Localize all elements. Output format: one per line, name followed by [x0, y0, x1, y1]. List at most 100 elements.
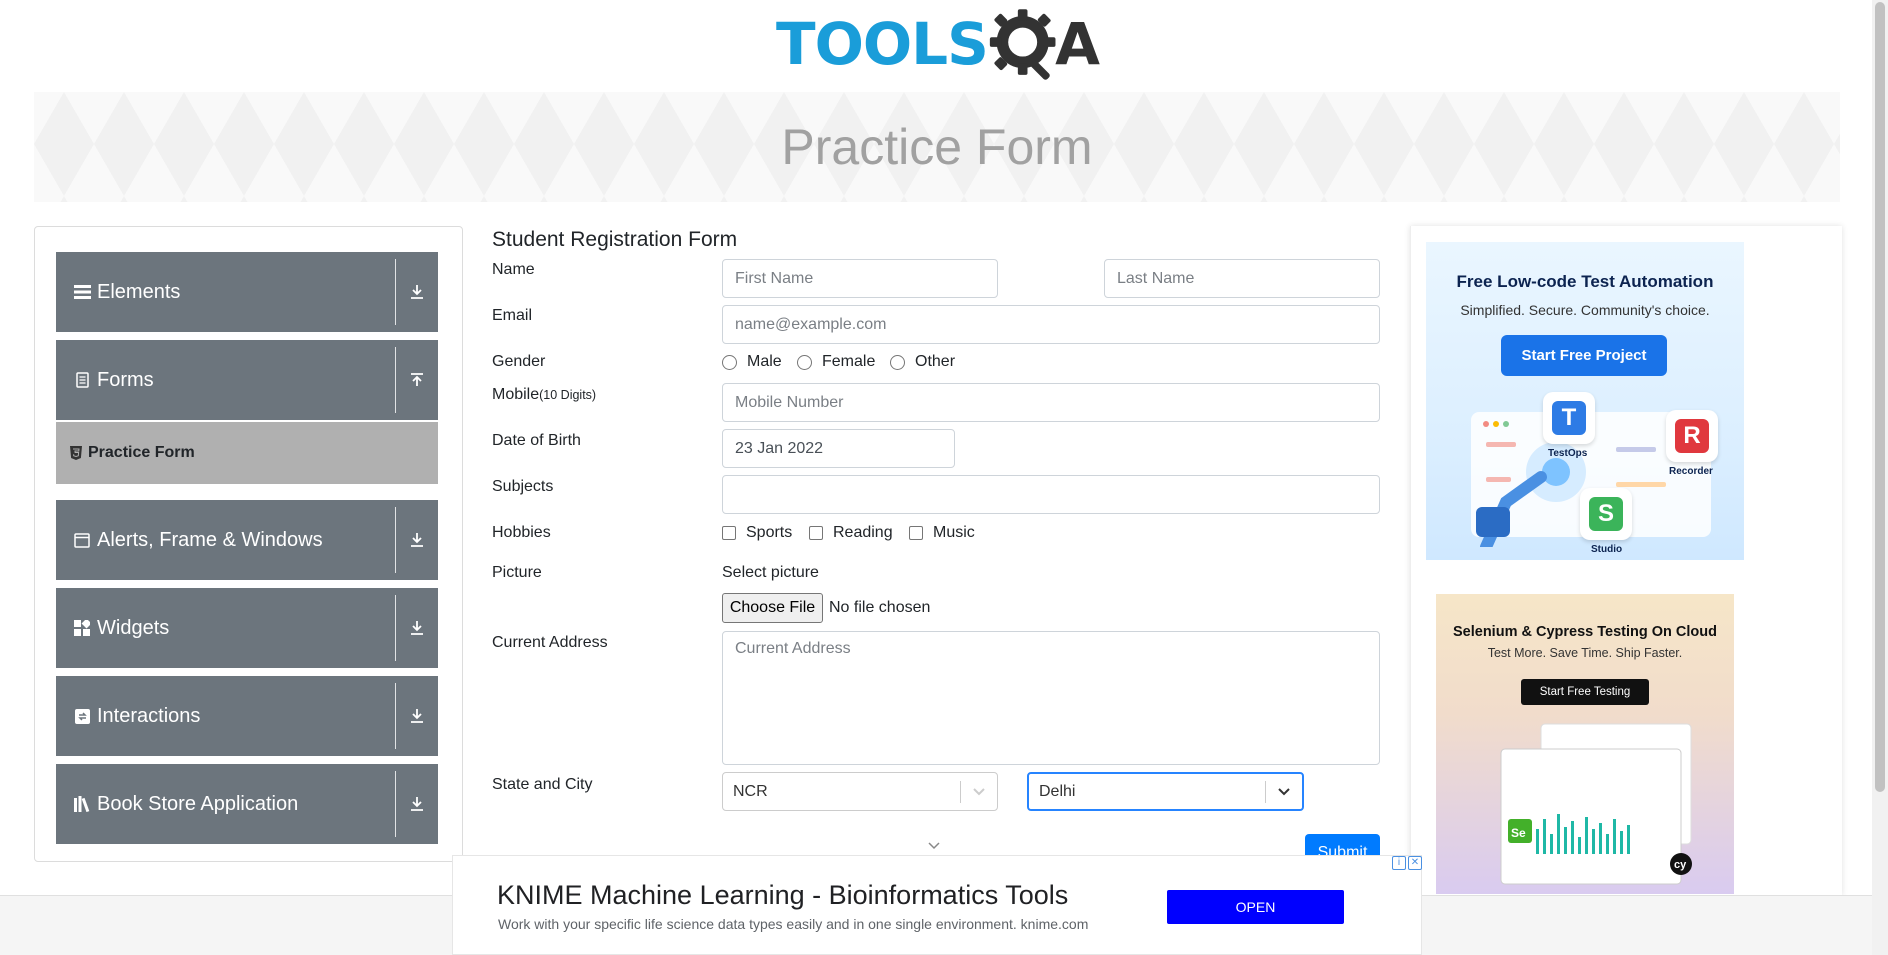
recorder-app-icon: R	[1666, 410, 1718, 462]
ad-title: KNIME Machine Learning - Bioinformatics …	[497, 880, 1069, 910]
gender-male-radio[interactable]: Male	[722, 353, 782, 371]
hobby-music-checkbox[interactable]: Music	[909, 524, 975, 542]
chevron-down-icon[interactable]	[961, 787, 997, 797]
radio-label: Male	[747, 353, 782, 370]
hobbies-label: Hobbies	[492, 524, 551, 541]
name-label: Name	[492, 261, 535, 278]
page-title: Practice Form	[781, 119, 1093, 175]
sidebar-group-book-store[interactable]: Book Store Application	[56, 764, 438, 844]
radio-label: Female	[822, 353, 876, 370]
radio-circle[interactable]	[722, 354, 737, 370]
radio-circle[interactable]	[890, 354, 905, 370]
ad-choices[interactable]: i ✕	[1392, 856, 1422, 872]
scrollbar-thumb[interactable]	[1875, 2, 1885, 792]
choose-file-button[interactable]: Choose File	[722, 593, 823, 623]
date-of-birth-input[interactable]	[722, 429, 955, 468]
sidebar-group-widgets[interactable]: Widgets	[56, 588, 438, 668]
start-free-project-button[interactable]: Start Free Project	[1501, 335, 1667, 376]
svg-text:cy: cy	[1674, 859, 1687, 871]
dob-label: Date of Birth	[492, 432, 581, 449]
sidebar-item-label: Practice Form	[88, 444, 195, 461]
download-icon[interactable]	[396, 708, 438, 724]
first-name-input[interactable]	[722, 259, 998, 298]
books-icon	[73, 796, 91, 812]
city-value: Delhi	[1039, 782, 1076, 800]
select-picture-label: Select picture	[722, 564, 819, 581]
sidebar: Elements Forms Practice Form Alerts, Fra…	[34, 226, 463, 862]
info-icon[interactable]: i	[1392, 856, 1406, 870]
email-label: Email	[492, 307, 533, 324]
sidebar-group-forms[interactable]: Forms	[56, 340, 438, 420]
radio-circle[interactable]	[797, 354, 812, 370]
last-name-input[interactable]	[1104, 259, 1380, 298]
subjects-label: Subjects	[492, 478, 554, 495]
widgets-icon	[73, 620, 91, 636]
knime-ad[interactable]: KNIME Machine Learning - Bioinformatics …	[452, 855, 1422, 955]
svg-text:Se: Se	[1511, 826, 1526, 840]
ad-title: Free Low-code Test Automation	[1456, 272, 1714, 291]
logo-text: TOOLS	[776, 10, 989, 78]
chevron-down-icon[interactable]	[1266, 787, 1302, 797]
form-title: Student Registration Form	[492, 228, 738, 251]
subjects-input[interactable]	[722, 475, 1380, 514]
sidebar-group-elements[interactable]: Elements	[56, 252, 438, 332]
mobile-hint: (10 Digits)	[539, 388, 597, 402]
checkbox-box[interactable]	[809, 526, 823, 540]
mobile-input[interactable]	[722, 383, 1380, 422]
toolsqa-logo[interactable]: TOOLS A	[776, 6, 1100, 82]
hobby-reading-checkbox[interactable]: Reading	[809, 524, 893, 542]
katalon-ad[interactable]: Free Low-code Test Automation Simplified…	[1426, 242, 1744, 560]
html5-icon	[70, 446, 82, 460]
divider	[395, 507, 396, 573]
window-icon	[73, 532, 91, 548]
open-button[interactable]: OPEN	[1167, 890, 1344, 924]
ad-subtitle: Simplified. Secure. Community's choice.	[1460, 302, 1710, 318]
download-icon[interactable]	[396, 620, 438, 636]
document-icon	[73, 372, 91, 388]
divider	[395, 347, 396, 413]
page: TOOLS A Practice Form Elements Forms Pra…	[0, 0, 1888, 955]
chevron-down-icon	[927, 838, 941, 856]
sidebar-group-alerts[interactable]: Alerts, Frame & Windows	[56, 500, 438, 580]
state-select[interactable]: NCR	[722, 772, 998, 811]
checkbox-box[interactable]	[909, 526, 923, 540]
close-icon[interactable]: ✕	[1408, 856, 1422, 870]
current-address-textarea[interactable]	[722, 631, 1380, 765]
mobile-label-text: Mobile	[492, 386, 540, 403]
gender-female-radio[interactable]: Female	[797, 353, 875, 371]
sidebar-group-interactions[interactable]: Interactions	[56, 676, 438, 756]
sidebar-group-label: Interactions	[97, 704, 201, 727]
radio-label: Other	[915, 353, 956, 370]
interactions-icon	[73, 708, 91, 724]
app-caption: TestOps	[1548, 448, 1588, 459]
sidebar-group-label: Forms	[97, 368, 154, 391]
sidebar-group-label: Alerts, Frame & Windows	[97, 528, 323, 551]
logo-a: A	[1055, 10, 1100, 78]
ad-subtitle: Test More. Save Time. Ship Faster.	[1487, 646, 1683, 660]
divider	[395, 595, 396, 661]
page-banner: Practice Form	[34, 92, 1840, 202]
gender-other-radio[interactable]: Other	[890, 353, 955, 371]
lambdatest-ad[interactable]: Selenium & Cypress Testing On Cloud Test…	[1436, 594, 1734, 894]
email-input[interactable]	[722, 305, 1380, 344]
app-caption: Recorder	[1669, 466, 1713, 477]
start-free-testing-button[interactable]: Start Free Testing	[1521, 679, 1649, 705]
ad-title: Selenium & Cypress Testing On Cloud	[1453, 624, 1717, 640]
mobile-label: Mobile(10 Digits)	[492, 386, 596, 404]
gender-label: Gender	[492, 353, 546, 370]
studio-app-icon: S	[1580, 488, 1632, 540]
checkbox-label: Reading	[833, 524, 893, 541]
gear-magnifier-icon	[989, 9, 1056, 80]
sidebar-group-label: Elements	[97, 280, 181, 303]
sidebar-item-practice-form[interactable]: Practice Form	[56, 422, 438, 484]
checkbox-box[interactable]	[722, 526, 736, 540]
state-city-label: State and City	[492, 776, 593, 793]
download-icon[interactable]	[396, 532, 438, 548]
file-status: No file chosen	[829, 599, 931, 616]
download-icon[interactable]	[396, 796, 438, 812]
download-icon[interactable]	[396, 284, 438, 300]
upload-icon[interactable]	[396, 372, 438, 388]
current-address-label: Current Address	[492, 634, 608, 651]
hobby-sports-checkbox[interactable]: Sports	[722, 524, 792, 542]
city-select[interactable]: Delhi	[1027, 772, 1304, 811]
